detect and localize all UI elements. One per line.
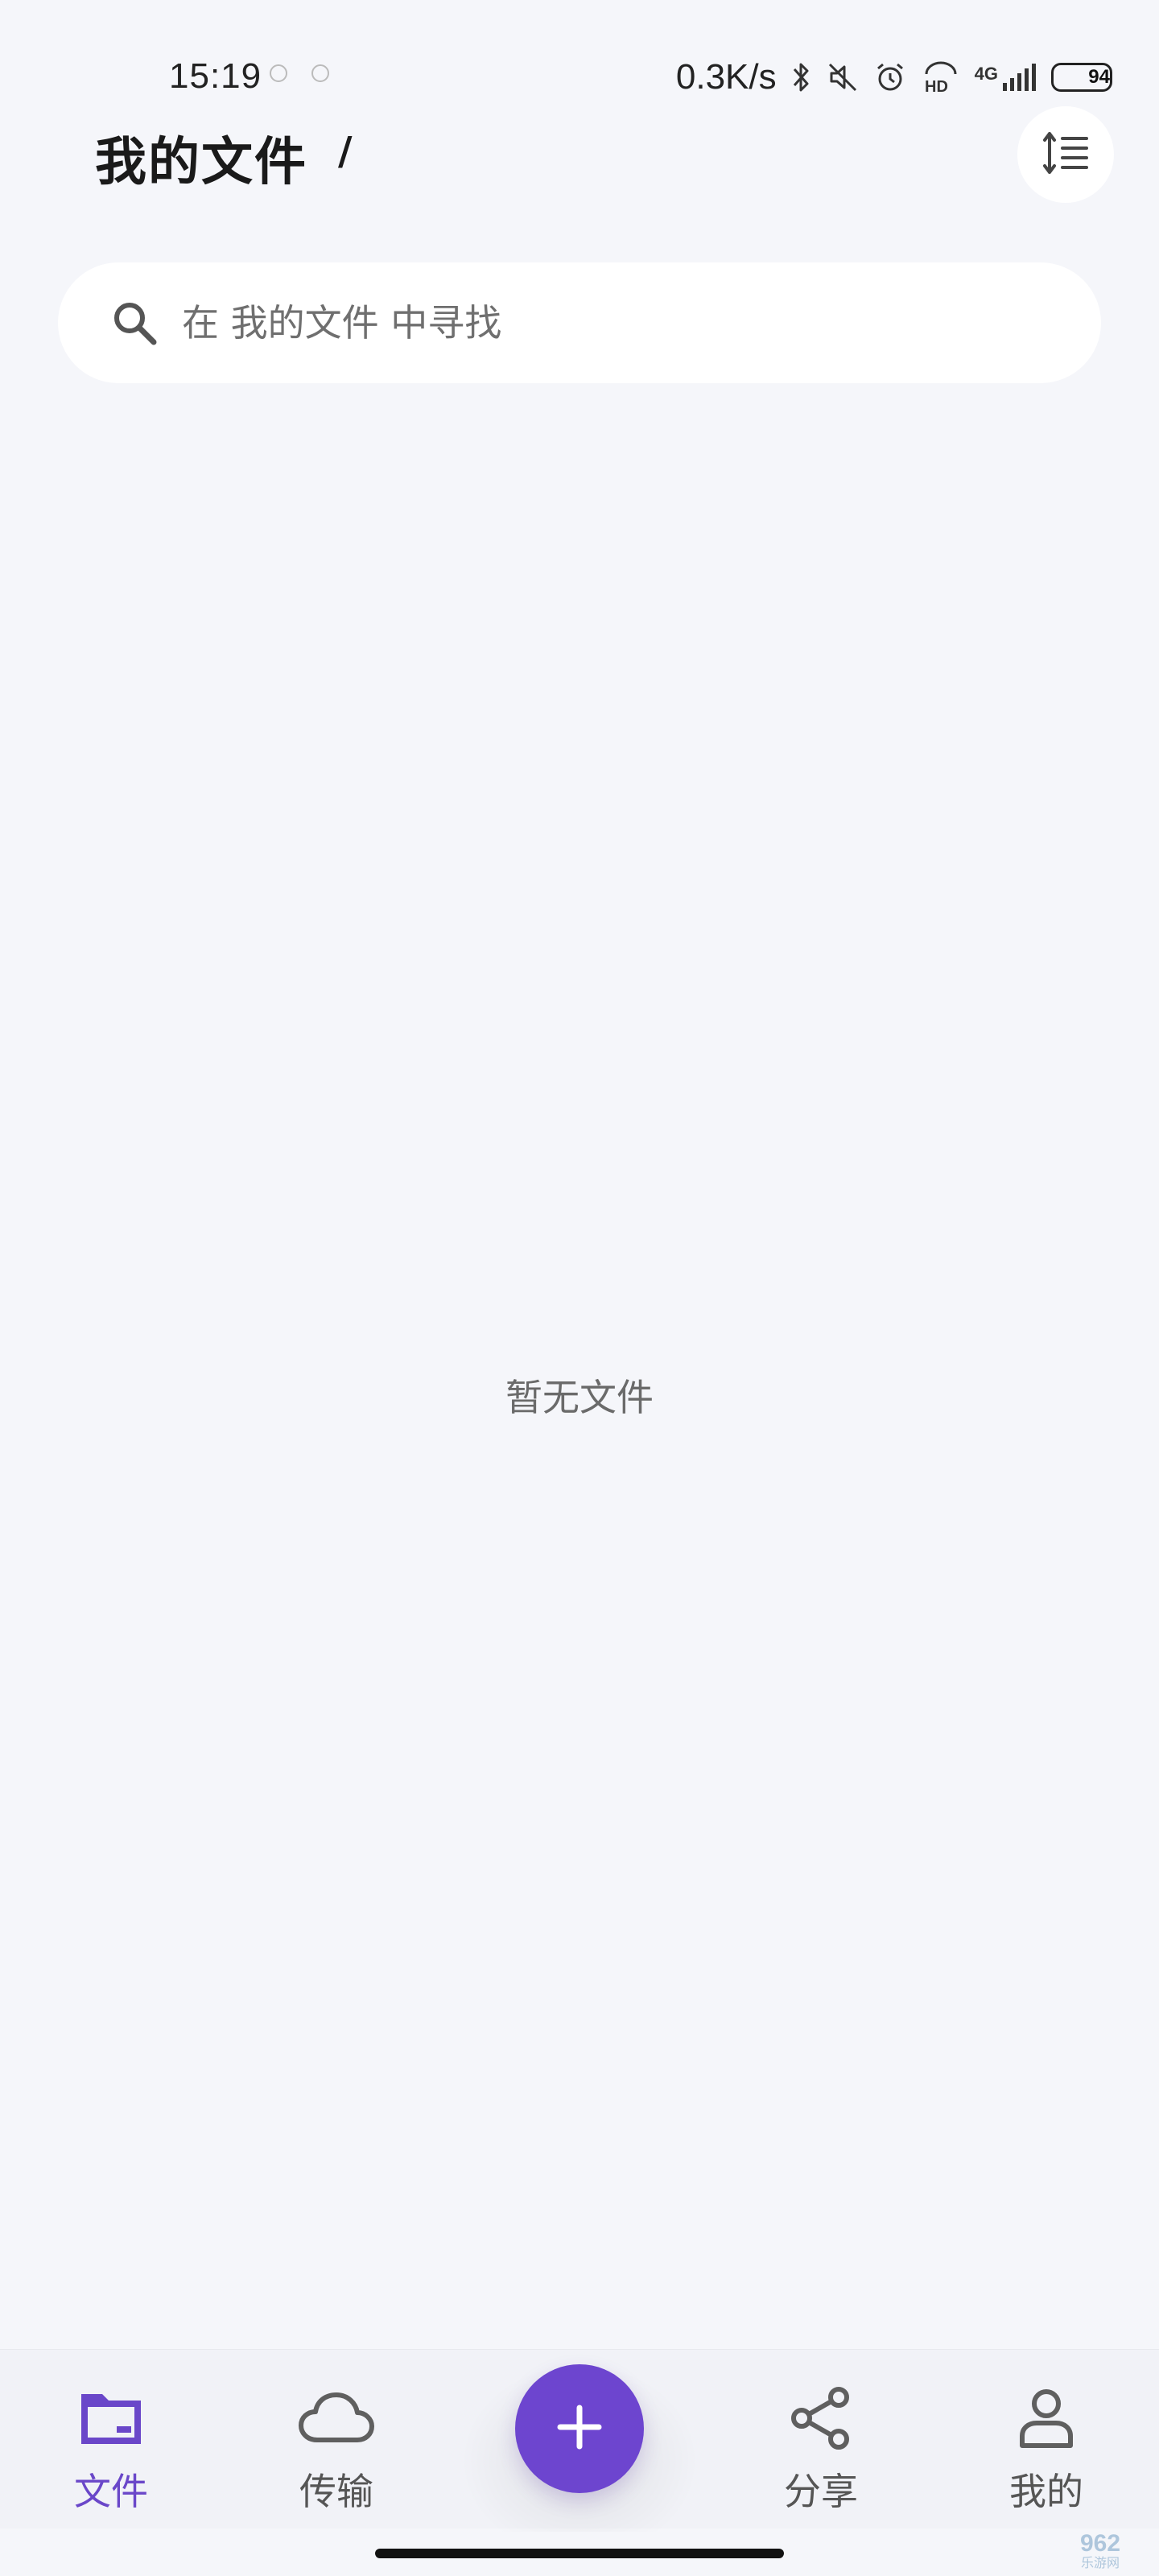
notification-dot-icon xyxy=(311,64,329,82)
plus-icon xyxy=(554,2401,605,2456)
svg-text:HD: HD xyxy=(925,78,948,95)
empty-state-message: 暂无文件 xyxy=(505,1376,654,1419)
breadcrumb-separator: / xyxy=(338,129,353,174)
search-bar[interactable] xyxy=(58,262,1101,383)
cloud-icon xyxy=(296,2382,377,2454)
search-icon xyxy=(106,295,163,351)
page-title: 我的文件 xyxy=(95,133,307,192)
nav-item-transfer[interactable]: 传输 xyxy=(256,2382,417,2519)
share-icon xyxy=(781,2382,861,2454)
status-right-group: 0.3K/s HD 4G 94 xyxy=(676,52,1112,103)
alarm-icon xyxy=(873,60,907,94)
sort-icon xyxy=(1041,130,1090,179)
folder-icon xyxy=(71,2382,151,2454)
signal-label: 4G xyxy=(974,64,998,84)
watermark-top: 962 xyxy=(1079,2530,1121,2557)
search-input[interactable] xyxy=(180,300,1053,345)
nav-label-profile: 我的 xyxy=(1009,2470,1083,2513)
bluetooth-icon xyxy=(791,61,812,93)
nav-label-files: 文件 xyxy=(74,2470,148,2513)
net-speed: 0.3K/s xyxy=(675,57,777,97)
nav-label-transfer: 传输 xyxy=(299,2470,373,2513)
nav-label-share: 分享 xyxy=(784,2470,858,2513)
watermark-bottom: 乐游网 xyxy=(1080,2555,1120,2570)
nav-item-files[interactable]: 文件 xyxy=(31,2382,192,2519)
signal-icon: 4G xyxy=(975,64,1037,91)
nav-item-profile[interactable]: 我的 xyxy=(966,2382,1127,2519)
status-time: 15:19 xyxy=(169,56,262,96)
watermark-logo: 962 乐游网 xyxy=(1048,2529,1153,2573)
status-notification-icons xyxy=(270,64,329,82)
user-icon xyxy=(1006,2382,1087,2454)
sort-button[interactable] xyxy=(1017,106,1114,203)
battery-icon: 94 xyxy=(1051,63,1112,92)
battery-percent: 94 xyxy=(1088,66,1110,88)
notification-dot-icon xyxy=(270,64,287,82)
add-button[interactable] xyxy=(515,2364,644,2493)
nav-item-share[interactable]: 分享 xyxy=(740,2382,901,2519)
mute-icon xyxy=(827,61,859,93)
home-indicator xyxy=(375,2549,784,2558)
hd-icon: HD xyxy=(922,60,960,95)
